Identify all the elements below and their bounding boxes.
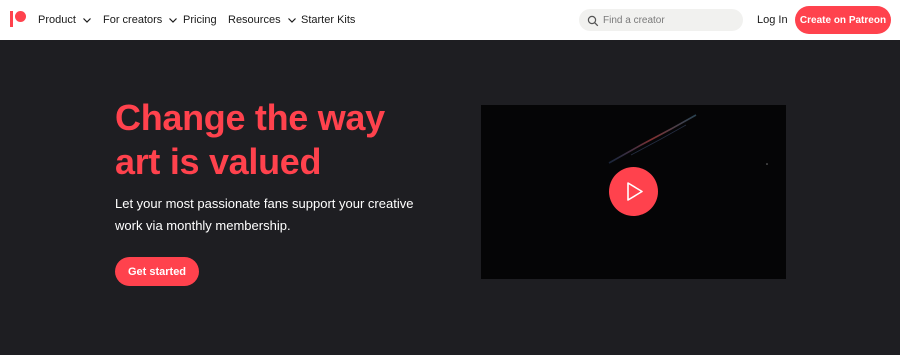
- nav-item-resources[interactable]: Resources: [228, 0, 297, 40]
- create-on-patreon-button[interactable]: Create on Patreon: [795, 6, 891, 34]
- chevron-down-icon: [168, 15, 178, 25]
- get-started-button[interactable]: Get started: [115, 257, 199, 286]
- search-input[interactable]: [603, 9, 737, 31]
- nav-item-starter-kits[interactable]: Starter Kits: [301, 0, 355, 40]
- hero-headline: Change the way art is valued: [115, 96, 435, 184]
- headline-line: Change the way: [115, 97, 385, 138]
- chevron-down-icon: [287, 15, 297, 25]
- patreon-logo-icon[interactable]: [10, 11, 26, 27]
- subtext-line: Let your most passionate fans support yo…: [115, 196, 414, 211]
- search-icon: [587, 14, 599, 27]
- play-icon: [627, 182, 643, 201]
- hero-video[interactable]: [481, 105, 786, 279]
- headline-line: art is valued: [115, 141, 322, 182]
- login-link[interactable]: Log In: [757, 0, 788, 40]
- nav-item-for-creators[interactable]: For creators: [103, 0, 178, 40]
- nav-item-label: Resources: [228, 14, 281, 26]
- login-label: Log In: [757, 14, 788, 26]
- play-button[interactable]: [609, 167, 658, 216]
- search-box[interactable]: [579, 9, 743, 31]
- nav-item-product[interactable]: Product: [38, 0, 92, 40]
- get-started-label: Get started: [127, 265, 187, 278]
- subtext-line: work via monthly membership.: [115, 218, 291, 233]
- hero-section: Change the way art is valued Let your mo…: [0, 40, 900, 355]
- nav-item-label: For creators: [103, 14, 163, 26]
- nav-item-label: Product: [38, 14, 76, 26]
- nav-item-pricing[interactable]: Pricing: [183, 0, 217, 40]
- nav-item-label: Starter Kits: [301, 14, 356, 26]
- create-button-label: Create on Patreon: [799, 14, 887, 26]
- nav-item-label: Pricing: [183, 14, 217, 26]
- chevron-down-icon: [82, 15, 92, 25]
- top-navigation: Product For creators Pricing Resources S…: [0, 0, 900, 40]
- hero-subtext: Let your most passionate fans support yo…: [115, 193, 435, 237]
